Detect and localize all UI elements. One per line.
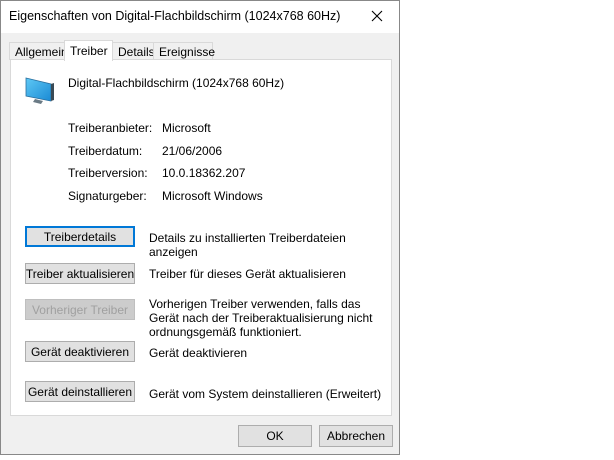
signer-value: Microsoft Windows xyxy=(162,189,263,203)
driver-details-button[interactable]: Treiberdetails xyxy=(25,226,135,247)
tab-treiber[interactable]: Treiber xyxy=(64,40,113,61)
disable-device-description: Gerät deaktivieren xyxy=(149,346,248,360)
window-title: Eigenschaften von Digital-Flachbildschir… xyxy=(9,9,341,23)
uninstall-device-description: Gerät vom System deinstallieren (Erweite… xyxy=(149,387,382,401)
monitor-icon xyxy=(25,77,54,104)
close-button[interactable] xyxy=(355,1,399,31)
uninstall-device-button[interactable]: Gerät deinstallieren xyxy=(25,381,135,402)
device-name: Digital-Flachbildschirm (1024x768 60Hz) xyxy=(68,76,285,90)
cancel-button[interactable]: Abbrechen xyxy=(319,425,393,447)
update-driver-button[interactable]: Treiber aktualisieren xyxy=(25,263,135,284)
update-driver-description: Treiber für dieses Gerät aktualisieren xyxy=(149,267,346,281)
roll-back-driver-description: Vorherigen Treiber verwenden, falls das … xyxy=(149,297,373,339)
properties-dialog: Eigenschaften von Digital-Flachbildschir… xyxy=(0,0,400,455)
close-icon xyxy=(371,10,383,22)
ok-button[interactable]: OK xyxy=(238,425,312,447)
tab-ereignisse[interactable]: Ereignisse xyxy=(153,42,215,60)
driver-date-label: Treiberdatum: xyxy=(68,144,143,158)
disable-device-button[interactable]: Gerät deaktivieren xyxy=(25,341,135,362)
driver-version-value: 10.0.18362.207 xyxy=(162,166,246,180)
driver-provider-label: Treiberanbieter: xyxy=(68,121,153,135)
driver-date-value: 21/06/2006 xyxy=(162,144,223,158)
signer-label: Signaturgeber: xyxy=(68,189,147,203)
title-bar[interactable]: Eigenschaften von Digital-Flachbildschir… xyxy=(1,1,399,33)
tab-details[interactable]: Details xyxy=(112,42,155,60)
tab-allgemein[interactable]: Allgemein xyxy=(9,42,68,60)
driver-details-description: Details zu installierten Treiberdateien … xyxy=(149,231,346,259)
driver-provider-value: Microsoft xyxy=(162,121,211,135)
driver-tab-panel: Digital-Flachbildschirm (1024x768 60Hz) … xyxy=(10,59,392,416)
driver-version-label: Treiberversion: xyxy=(68,166,148,180)
roll-back-driver-button[interactable]: Vorheriger Treiber xyxy=(25,299,135,320)
